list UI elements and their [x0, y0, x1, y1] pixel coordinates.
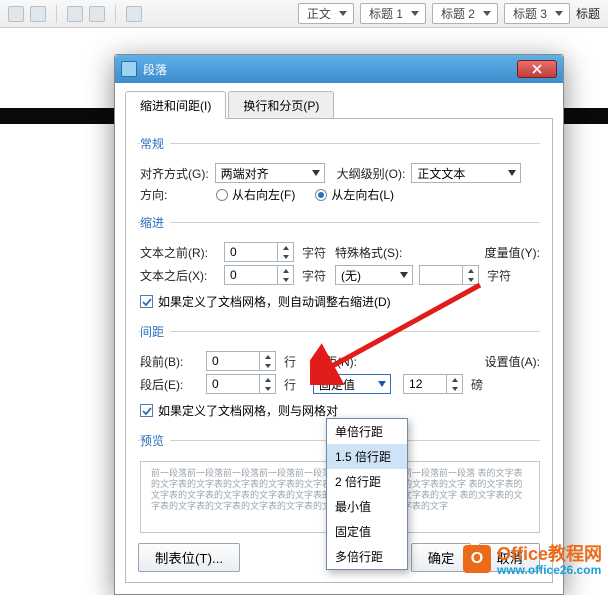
- spacing-after-input[interactable]: [206, 374, 276, 394]
- group-spacing: 间距 段前(B): 行 行距(N): 设置值(A): 段后(E): 行 固定值 …: [138, 323, 540, 426]
- close-icon: [532, 64, 542, 74]
- dropdown-option-1-5[interactable]: 1.5 倍行距: [327, 444, 407, 469]
- snap-to-grid-checkbox[interactable]: 如果定义了文档网格，则与网格对: [140, 402, 338, 419]
- at-label: 设置值(A):: [485, 353, 540, 370]
- dropdown-option-single[interactable]: 单倍行距: [327, 419, 407, 444]
- group-indent-legend: 缩进: [140, 214, 170, 231]
- dropdown-option-exactly[interactable]: 固定值: [327, 519, 407, 544]
- group-preview-legend: 预览: [140, 432, 170, 449]
- style-preset-4[interactable]: 标题: [576, 5, 600, 22]
- watermark-icon: O: [463, 545, 491, 573]
- ribbon-icon[interactable]: [126, 6, 142, 22]
- auto-adjust-indent-checkbox[interactable]: 如果定义了文档网格，则自动调整右缩进(D): [140, 293, 391, 310]
- tab-indent-spacing[interactable]: 缩进和间距(I): [125, 91, 226, 119]
- line-spacing-label: 行距(N):: [313, 353, 357, 370]
- at-input[interactable]: [403, 374, 463, 394]
- line-spacing-dropdown: 单倍行距 1.5 倍行距 2 倍行距 最小值 固定值 多倍行距: [326, 418, 408, 570]
- dropdown-option-double[interactable]: 2 倍行距: [327, 469, 407, 494]
- close-button[interactable]: [517, 60, 557, 78]
- indent-after-input[interactable]: [224, 265, 294, 285]
- watermark-url: www.office26.com: [497, 563, 602, 577]
- ribbon-icon[interactable]: [89, 6, 105, 22]
- paragraph-dialog: 段落 缩进和间距(I) 换行和分页(P) 常规 对齐方式(G): 两端对齐 大纲…: [114, 54, 564, 595]
- group-general: 常规 对齐方式(G): 两端对齐 大纲级别(O): 正文文本 方向: 从右向左(…: [138, 135, 540, 208]
- unit-char: 字符: [487, 267, 511, 284]
- unit-char: 字符: [302, 244, 326, 261]
- indent-before-input[interactable]: [224, 242, 294, 262]
- indent-after-label: 文本之后(X):: [140, 267, 218, 284]
- group-indent: 缩进 文本之前(R): 字符 特殊格式(S): 度量值(Y): 文本之后(X):…: [138, 214, 540, 317]
- spinner-icon[interactable]: [462, 266, 478, 284]
- direction-ltr-radio[interactable]: 从左向右(L): [315, 186, 394, 203]
- direction-label: 方向:: [140, 186, 210, 203]
- dropdown-option-multiple[interactable]: 多倍行距: [327, 544, 407, 569]
- tab-strip: 缩进和间距(I) 换行和分页(P): [115, 83, 563, 119]
- checkbox-icon: [140, 295, 153, 308]
- spinner-icon[interactable]: [446, 375, 462, 393]
- special-format-combo[interactable]: (无): [335, 265, 413, 285]
- tab-line-page-breaks[interactable]: 换行和分页(P): [228, 91, 334, 119]
- tabs-button[interactable]: 制表位(T)...: [138, 543, 240, 572]
- ribbon-icon[interactable]: [8, 6, 24, 22]
- special-format-label: 特殊格式(S):: [335, 244, 402, 261]
- dropdown-option-minimum[interactable]: 最小值: [327, 494, 407, 519]
- spacing-before-label: 段前(B):: [140, 353, 200, 370]
- ribbon-icon[interactable]: [67, 6, 83, 22]
- spinner-icon[interactable]: [259, 352, 275, 370]
- watermark-brand: Office教程网: [497, 544, 602, 564]
- style-main-selector[interactable]: 正文: [298, 3, 354, 24]
- spacing-before-input[interactable]: [206, 351, 276, 371]
- dialog-title: 段落: [143, 61, 517, 78]
- unit-point: 磅: [471, 376, 483, 393]
- spinner-icon[interactable]: [259, 375, 275, 393]
- line-spacing-combo[interactable]: 固定值: [313, 374, 391, 394]
- indent-before-label: 文本之前(R):: [140, 244, 218, 261]
- style-preset-1[interactable]: 标题 1: [360, 3, 426, 24]
- watermark: O Office教程网 www.office26.com: [463, 540, 602, 577]
- direction-rtl-radio[interactable]: 从右向左(F): [216, 186, 295, 203]
- alignment-label: 对齐方式(G):: [140, 165, 209, 182]
- unit-char: 字符: [302, 267, 326, 284]
- ribbon-separator: [56, 5, 57, 23]
- ribbon-icon[interactable]: [30, 6, 46, 22]
- spinner-icon[interactable]: [277, 243, 293, 261]
- checkbox-icon: [140, 404, 153, 417]
- app-icon: [121, 61, 137, 77]
- spacing-after-label: 段后(E):: [140, 376, 200, 393]
- spinner-icon[interactable]: [277, 266, 293, 284]
- group-spacing-legend: 间距: [140, 323, 170, 340]
- radio-icon: [216, 189, 228, 201]
- group-general-legend: 常规: [140, 135, 170, 152]
- ribbon-separator: [115, 5, 116, 23]
- outline-label: 大纲级别(O):: [337, 165, 406, 182]
- outline-combo[interactable]: 正文文本: [411, 163, 521, 183]
- unit-line: 行: [284, 376, 296, 393]
- tab-panel: 常规 对齐方式(G): 两端对齐 大纲级别(O): 正文文本 方向: 从右向左(…: [125, 118, 553, 583]
- measure-input[interactable]: [419, 265, 479, 285]
- alignment-combo[interactable]: 两端对齐: [215, 163, 325, 183]
- dialog-titlebar: 段落: [115, 55, 563, 83]
- ribbon-toolbar: 正文 标题 1 标题 2 标题 3 标题: [0, 0, 608, 28]
- measure-label: 度量值(Y):: [485, 244, 540, 261]
- radio-icon: [315, 189, 327, 201]
- style-preset-2[interactable]: 标题 2: [432, 3, 498, 24]
- unit-line: 行: [284, 353, 296, 370]
- style-preset-3[interactable]: 标题 3: [504, 3, 570, 24]
